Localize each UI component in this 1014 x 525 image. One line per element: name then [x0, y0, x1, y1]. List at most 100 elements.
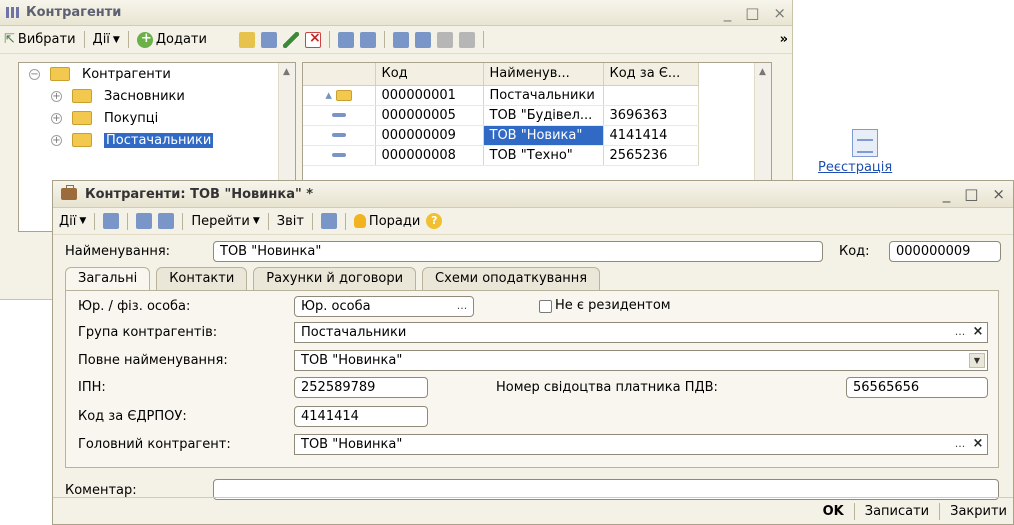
- goto-label: Перейти: [191, 213, 250, 229]
- structure-icon[interactable]: [320, 213, 337, 229]
- hierarchy-icon[interactable]: [337, 31, 354, 48]
- tree-item-founders[interactable]: + Засновники: [19, 85, 295, 107]
- structure-icon[interactable]: [392, 31, 409, 48]
- edit-icon[interactable]: [282, 31, 299, 48]
- grid-header-code[interactable]: Код: [375, 63, 484, 86]
- clear-icon[interactable]: ×: [970, 324, 986, 341]
- form-window-titlebar[interactable]: Контрагенти: ТОВ "Новинка" * _ □ ×: [53, 181, 1013, 208]
- entity-type-label: Юр. / фіз. особа:: [78, 299, 191, 314]
- reread-icon[interactable]: [158, 213, 175, 229]
- table-row-selected[interactable]: 000000009 ТОВ "Новика" 4141414: [303, 125, 699, 146]
- cell-code: 000000005: [375, 105, 484, 126]
- tab-general[interactable]: Загальні: [65, 267, 151, 292]
- table-row[interactable]: ▴ 000000001 Постачальники: [303, 85, 699, 106]
- grid-scrollbar[interactable]: ▲: [754, 63, 771, 181]
- ok-button[interactable]: OK: [823, 504, 844, 519]
- lightbulb-icon: [353, 214, 366, 228]
- comment-label: Коментар:: [65, 483, 137, 498]
- name-input[interactable]: ТОВ "Новинка": [213, 241, 823, 262]
- chevron-down-icon: ▼: [79, 216, 87, 226]
- tab-accounts[interactable]: Рахунки й договори: [253, 267, 417, 291]
- tips-button[interactable]: Поради: [353, 214, 420, 229]
- cell-code: 000000009: [375, 125, 484, 146]
- nonresident-checkbox[interactable]: [539, 300, 552, 313]
- filter-icon[interactable]: [414, 31, 431, 48]
- registration-link[interactable]: Реєстрація: [818, 160, 892, 175]
- grid-header-name[interactable]: Найменув...: [483, 63, 604, 86]
- table-row[interactable]: 000000008 ТОВ "Техно" 2565236: [303, 145, 699, 166]
- entity-type-input[interactable]: Юр. особа ...: [294, 296, 474, 317]
- tree-root[interactable]: − Контрагенти: [19, 63, 295, 85]
- document-icon[interactable]: [852, 129, 878, 157]
- clear-filter-icon[interactable]: [458, 31, 475, 48]
- close-button[interactable]: Закрити: [950, 504, 1007, 519]
- folder-icon: [72, 133, 92, 147]
- tree-root-label: Контрагенти: [82, 66, 171, 82]
- select-label: Вибрати: [17, 32, 76, 47]
- actions-label: Дії: [92, 32, 110, 47]
- grid-header-edrpou[interactable]: Код за Є...: [603, 63, 699, 86]
- ipn-input[interactable]: 252589789: [294, 377, 428, 398]
- code-label: Код:: [839, 244, 870, 259]
- full-name-value: ТОВ "Новинка": [301, 353, 403, 368]
- toolbar-separator: [182, 212, 184, 230]
- tree-item-buyers[interactable]: + Покупці: [19, 107, 295, 129]
- expand-icon[interactable]: +: [51, 112, 62, 124]
- add-folder-icon[interactable]: [238, 31, 255, 48]
- tree-item-label: Засновники: [104, 88, 185, 104]
- table-row[interactable]: 000000005 ТОВ "Будівел... 3696363: [303, 105, 699, 126]
- tab-contacts[interactable]: Контакти: [156, 267, 248, 291]
- delete-icon[interactable]: [304, 30, 321, 48]
- code-input[interactable]: 000000009: [889, 241, 1001, 262]
- collapse-icon[interactable]: −: [29, 68, 40, 80]
- minimize-icon[interactable]: _: [724, 4, 732, 22]
- close-icon[interactable]: ×: [773, 4, 786, 22]
- save-button[interactable]: Записати: [865, 504, 929, 519]
- add-label: Додати: [155, 32, 207, 47]
- tab-tax-schemes[interactable]: Схеми оподаткування: [422, 267, 601, 291]
- maximize-icon[interactable]: □: [745, 4, 759, 22]
- head-counterparty-input[interactable]: ТОВ "Новинка" ... ×: [294, 434, 988, 455]
- close-icon[interactable]: ×: [992, 185, 1005, 203]
- full-name-select[interactable]: ТОВ "Новинка" ▼: [294, 350, 988, 371]
- tree-item-suppliers[interactable]: + Постачальники: [19, 129, 295, 151]
- more-button[interactable]: »: [780, 32, 788, 47]
- select-ellipsis-button[interactable]: ...: [951, 436, 969, 453]
- scroll-up-icon[interactable]: ▲: [759, 67, 766, 77]
- go-up-icon[interactable]: [359, 31, 376, 48]
- select-ellipsis-button[interactable]: ...: [951, 324, 969, 341]
- list-icon: [6, 7, 20, 18]
- minimize-icon[interactable]: _: [943, 185, 951, 203]
- goto-menu[interactable]: Перейти ▼: [191, 214, 259, 229]
- toolbar-separator: [311, 212, 313, 230]
- folder-icon: [72, 111, 92, 125]
- toolbar-separator: [383, 31, 385, 48]
- add-icon: [136, 31, 153, 48]
- form-window-title: Контрагенти: ТОВ "Новинка" *: [85, 186, 314, 202]
- save-disk-icon[interactable]: [103, 213, 120, 229]
- save-close-icon[interactable]: [136, 213, 153, 229]
- vat-input[interactable]: 56565656: [846, 377, 988, 398]
- report-button[interactable]: Звіт: [277, 214, 304, 229]
- copy-icon[interactable]: [260, 31, 277, 48]
- scroll-up-icon[interactable]: ▲: [283, 67, 290, 77]
- cell-edrpou: 3696363: [603, 105, 699, 126]
- maximize-icon[interactable]: □: [964, 185, 978, 203]
- briefcase-icon: [61, 185, 77, 200]
- select-ellipsis-button[interactable]: ...: [453, 298, 471, 315]
- help-icon[interactable]: ?: [426, 213, 443, 229]
- add-button[interactable]: Додати: [136, 31, 207, 48]
- counterparty-grid[interactable]: Код Найменув... Код за Є... ▴ 000000001 …: [302, 62, 772, 182]
- expand-icon[interactable]: +: [51, 90, 62, 102]
- group-input[interactable]: Постачальники ... ×: [294, 322, 988, 343]
- chevron-down-icon[interactable]: ▼: [969, 353, 985, 368]
- expand-icon[interactable]: +: [51, 134, 62, 146]
- list-window-titlebar[interactable]: Контрагенти _ □ ×: [0, 0, 792, 26]
- clear-icon[interactable]: ×: [970, 436, 986, 453]
- actions-menu[interactable]: Дії ▼: [93, 32, 120, 47]
- actions-menu[interactable]: Дії ▼: [59, 214, 86, 229]
- select-button[interactable]: ⇱ Вибрати: [4, 32, 76, 47]
- edrpou-input[interactable]: 4141414: [294, 406, 428, 427]
- folder-icon: [50, 67, 70, 81]
- filter-list-icon[interactable]: [436, 31, 453, 48]
